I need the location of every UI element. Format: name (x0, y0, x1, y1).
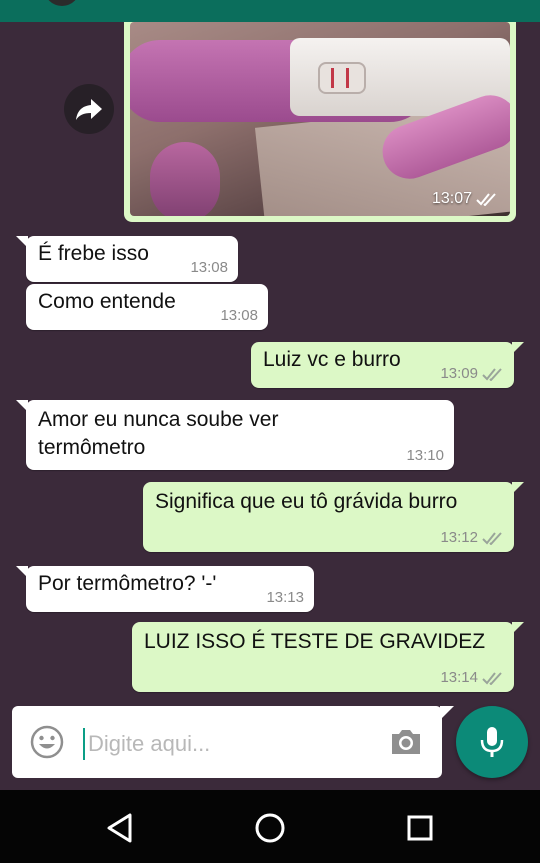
result-line (346, 68, 349, 88)
outgoing-message[interactable]: Luiz vc e burro 13:09 (251, 342, 524, 388)
message-text: LUIZ ISSO É TESTE DE GRAVIDEZ (144, 630, 486, 653)
double-check-icon (476, 193, 496, 206)
message-composer (12, 706, 454, 778)
message-time: 13:08 (220, 307, 258, 324)
message-meta: 13:08 (220, 307, 258, 324)
message-time: 13:08 (190, 259, 228, 276)
result-line (331, 68, 334, 88)
forward-icon (76, 99, 102, 120)
message-time: 13:14 (440, 669, 478, 686)
conversation-area[interactable]: 13:07 É frebe isso 13:08 Como entende 13… (0, 22, 540, 702)
double-check-icon (482, 671, 502, 685)
image-message[interactable]: 13:07 (124, 22, 516, 222)
mic-icon (480, 727, 504, 757)
chat-header (0, 0, 540, 22)
message-meta: 13:14 (440, 669, 504, 686)
message-time: 13:13 (266, 589, 304, 606)
incoming-message[interactable]: É frebe isso 13:08 (16, 236, 238, 282)
text-cursor (83, 728, 85, 760)
message-meta: 13:12 (440, 529, 504, 546)
recents-square-icon[interactable] (402, 810, 438, 846)
message-time: 13:10 (406, 447, 444, 464)
voice-record-button[interactable] (456, 706, 528, 778)
double-check-icon (482, 367, 502, 381)
result-slot (318, 62, 366, 94)
outgoing-message[interactable]: LUIZ ISSO É TESTE DE GRAVIDEZ 13:14 (132, 622, 524, 692)
back-triangle-icon[interactable] (103, 810, 139, 846)
double-check-icon (482, 531, 502, 545)
incoming-message[interactable]: Amor eu nunca soube ver termômetro 13:10 (16, 400, 454, 470)
message-text: Amor eu nunca soube ver termômetro (38, 408, 279, 459)
message-text: Como entende (38, 290, 176, 313)
emoji-icon[interactable] (30, 725, 64, 759)
message-text: Luiz vc e burro (263, 348, 401, 371)
message-text: É frebe isso (38, 242, 149, 265)
message-time: 13:12 (440, 529, 478, 546)
message-text: Significa que eu tô grávida burro (155, 490, 458, 513)
forward-button[interactable] (64, 84, 114, 134)
pregnancy-test-photo[interactable]: 13:07 (130, 22, 510, 216)
contact-avatar[interactable] (44, 0, 80, 6)
message-meta: 13:09 (440, 365, 504, 382)
message-input[interactable] (86, 726, 370, 762)
incoming-message[interactable]: Por termômetro? '-' 13:13 (16, 566, 314, 612)
outgoing-message[interactable]: Significa que eu tô grávida burro 13:12 (143, 482, 524, 552)
message-text: Por termômetro? '-' (38, 572, 217, 595)
message-meta: 13:08 (190, 259, 228, 276)
message-time: 13:07 (431, 190, 472, 207)
image-message-meta: 13:07 (432, 190, 498, 208)
incoming-message[interactable]: Como entende 13:08 (26, 284, 268, 330)
message-meta: 13:10 (406, 447, 444, 464)
message-meta: 13:13 (266, 589, 304, 606)
message-time: 13:09 (440, 365, 478, 382)
home-circle-icon[interactable] (252, 810, 288, 846)
system-navigation-bar (0, 790, 540, 863)
camera-icon[interactable] (388, 724, 424, 760)
test-cap (150, 142, 220, 216)
